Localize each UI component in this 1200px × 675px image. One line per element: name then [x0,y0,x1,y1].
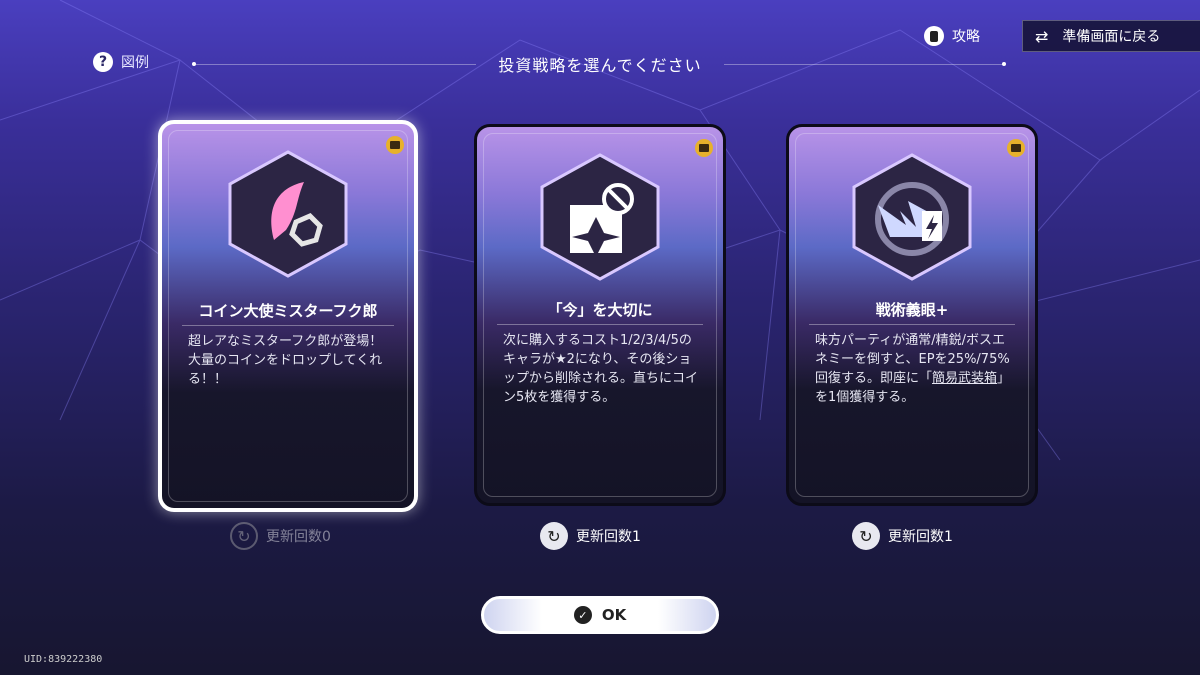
refresh-button-3[interactable]: ↻ 更新回数1 [852,522,953,550]
strategy-card-3[interactable]: 戦術義眼+ 味方パーティが通常/精鋭/ボスエネミーを倒すと、EPを25%/75%… [786,124,1038,506]
card-description: 味方パーティが通常/精鋭/ボスエネミーを倒すと、EPを25%/75%回復する。即… [815,331,1015,407]
tactical-eye-icon [852,153,972,281]
guide-book-icon [924,26,944,46]
uid-label: UID:839222380 [24,654,103,665]
refresh-icon: ↻ [540,522,568,550]
card-description: 超レアなミスターフク郎が登場！大量のコインをドロップしてくれる！！ [188,334,383,387]
card-description: 次に購入するコスト1/2/3/4/5のキャラが★2になり、その後ショップから削除… [503,333,699,405]
refresh-count: 更新回数0 [266,529,331,545]
card-title: 戦術義眼+ [875,301,949,319]
back-to-prep-button[interactable]: ⇄ 準備画面に戻る [1022,20,1200,52]
page-title: 投資戦略を選んでください [498,56,702,75]
strategy-label: 攻略 [952,29,980,45]
refresh-count: 更新回数1 [576,529,641,545]
back-button-label: 準備画面に戻る [1062,29,1161,45]
card-title: 「今」を大切に [547,301,653,319]
refresh-count: 更新回数1 [888,529,953,545]
item-link[interactable]: 簡易武装箱 [932,371,997,386]
card-separator [497,324,703,325]
ok-button[interactable]: ✓ OK [481,596,719,634]
refresh-button-2[interactable]: ↻ 更新回数1 [540,522,641,550]
feather-coin-icon [228,150,348,278]
card-separator [809,324,1015,325]
refresh-button-1[interactable]: ↻ 更新回数0 [230,522,331,550]
strategy-card-2[interactable]: 「今」を大切に 次に購入するコスト1/2/3/4/5のキャラが★2になり、その後… [474,124,726,506]
card-title: コイン大使ミスターフク郎 [198,302,378,320]
book-icon[interactable] [1007,139,1025,157]
shop-prohibit-icon [540,153,660,281]
card-separator [182,325,394,326]
strategy-card-1[interactable]: コイン大使ミスターフク郎 超レアなミスターフク郎が登場！大量のコインをドロップし… [158,120,418,512]
book-icon[interactable] [695,139,713,157]
check-icon: ✓ [573,606,592,624]
ok-label: OK [601,606,627,624]
swap-arrows-icon: ⇄ [1035,26,1049,46]
refresh-icon: ↻ [230,522,258,550]
strategy-button[interactable]: 攻略 [924,26,980,46]
book-icon[interactable] [386,136,404,154]
refresh-icon: ↻ [852,522,880,550]
